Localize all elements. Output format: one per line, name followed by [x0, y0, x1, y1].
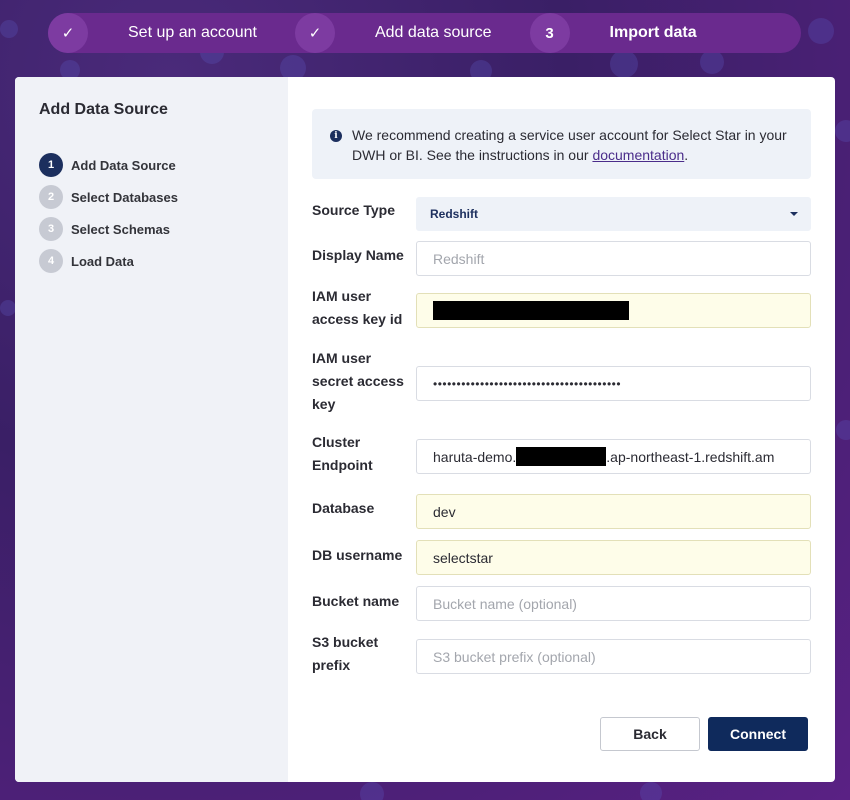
caret-down-icon — [790, 212, 798, 216]
label-line: access key id — [312, 311, 403, 327]
s3-prefix-row: S3 bucket prefix S3 bucket prefix (optio… — [312, 631, 811, 677]
sidebar-step-label: Add Data Source — [71, 157, 176, 173]
sidebar-step-label: Load Data — [71, 253, 134, 269]
stepper-step-setup-account: ✓ Set up an account — [48, 13, 257, 53]
progress-stepper: ✓ Set up an account ✓ Add data source 3 … — [48, 13, 801, 53]
back-button[interactable]: Back — [600, 717, 700, 751]
source-type-label: Source Type — [312, 202, 395, 218]
sidebar-step-select-schemas: 3 Select Schemas — [39, 213, 264, 245]
stepper-step-add-data-source: ✓ Add data source — [294, 13, 492, 53]
iam-key-id-row: IAM user access key id — [312, 285, 811, 331]
form-content: i We recommend creating a service user a… — [288, 77, 835, 782]
step-number-badge: 3 — [39, 217, 63, 241]
add-data-source-panel: Add Data Source 1 Add Data Source 2 Sele… — [15, 77, 835, 782]
redacted-value — [516, 447, 607, 466]
stepper-step-label: Import data — [609, 24, 697, 41]
s3-prefix-input[interactable]: S3 bucket prefix (optional) — [416, 639, 811, 674]
redacted-value — [433, 301, 629, 320]
bucket-name-label: Bucket name — [312, 593, 400, 609]
source-type-row: Source Type Redshift — [312, 197, 811, 231]
documentation-link[interactable]: documentation — [592, 147, 684, 163]
step-number-badge: 4 — [39, 249, 63, 273]
step-number-badge: 2 — [39, 185, 63, 209]
label-line: Endpoint — [312, 457, 373, 473]
step-number: 3 — [529, 13, 570, 53]
sidebar-step-label: Select Databases — [71, 189, 178, 205]
display-name-label: Display Name — [312, 247, 404, 263]
display-name-input[interactable]: Redshift — [416, 241, 811, 276]
cluster-endpoint-input[interactable]: haruta-demo. .ap-northeast-1.redshift.am — [416, 439, 811, 474]
iam-secret-row: IAM user secret access key •••••••••••••… — [312, 347, 811, 416]
iam-key-id-input[interactable] — [416, 293, 811, 328]
sidebar-step-select-databases: 2 Select Databases — [39, 181, 264, 213]
bucket-name-input[interactable]: Bucket name (optional) — [416, 586, 811, 621]
label-line: prefix — [312, 657, 351, 673]
check-icon: ✓ — [294, 13, 335, 53]
iam-secret-label: IAM user secret access key — [312, 347, 416, 416]
label-line: Cluster — [312, 434, 361, 450]
connect-button[interactable]: Connect — [708, 717, 808, 751]
label-line: key — [312, 396, 336, 412]
db-username-label: DB username — [312, 547, 403, 563]
iam-key-id-label: IAM user access key id — [312, 285, 416, 331]
sidebar-title: Add Data Source — [39, 101, 168, 118]
cluster-endpoint-label: Cluster Endpoint — [312, 431, 416, 477]
label-line: IAM user — [312, 350, 372, 366]
iam-secret-input[interactable]: •••••••••••••••••••••••••••••••••••••••• — [416, 366, 811, 401]
endpoint-prefix: haruta-demo. — [433, 448, 517, 465]
sidebar-step-load-data: 4 Load Data — [39, 245, 264, 277]
info-suffix: . — [684, 147, 689, 163]
db-username-input[interactable]: selectstar — [416, 540, 811, 575]
label-line: S3 bucket — [312, 634, 379, 650]
stepper-step-import-data: 3 Import data — [529, 13, 697, 53]
stepper-step-label: Add data source — [374, 24, 492, 41]
source-type-select[interactable]: Redshift — [416, 197, 811, 231]
info-banner: i We recommend creating a service user a… — [312, 109, 811, 179]
display-name-row: Display Name Redshift — [312, 241, 811, 276]
sidebar-step-label: Select Schemas — [71, 221, 171, 237]
database-input[interactable]: dev — [416, 494, 811, 529]
info-icon: i — [330, 130, 342, 142]
s3-prefix-label: S3 bucket prefix — [312, 631, 416, 677]
bucket-name-row: Bucket name Bucket name (optional) — [312, 586, 811, 621]
info-text: We recommend creating a service user acc… — [352, 127, 787, 163]
label-line: IAM user — [312, 288, 372, 304]
step-number-badge: 1 — [39, 153, 63, 177]
database-label: Database — [312, 500, 375, 516]
check-icon: ✓ — [48, 13, 88, 53]
stepper-step-label: Set up an account — [128, 24, 257, 41]
sidebar-step-add-data-source: 1 Add Data Source — [39, 149, 264, 181]
cluster-endpoint-row: Cluster Endpoint haruta-demo. .ap-northea… — [312, 431, 811, 477]
database-row: Database dev — [312, 494, 811, 529]
source-type-value: Redshift — [430, 207, 478, 221]
db-username-row: DB username selectstar — [312, 540, 811, 575]
label-line: secret access — [312, 373, 404, 389]
sidebar: Add Data Source 1 Add Data Source 2 Sele… — [15, 77, 288, 782]
endpoint-suffix: .ap-northeast-1.redshift.am — [606, 448, 775, 465]
